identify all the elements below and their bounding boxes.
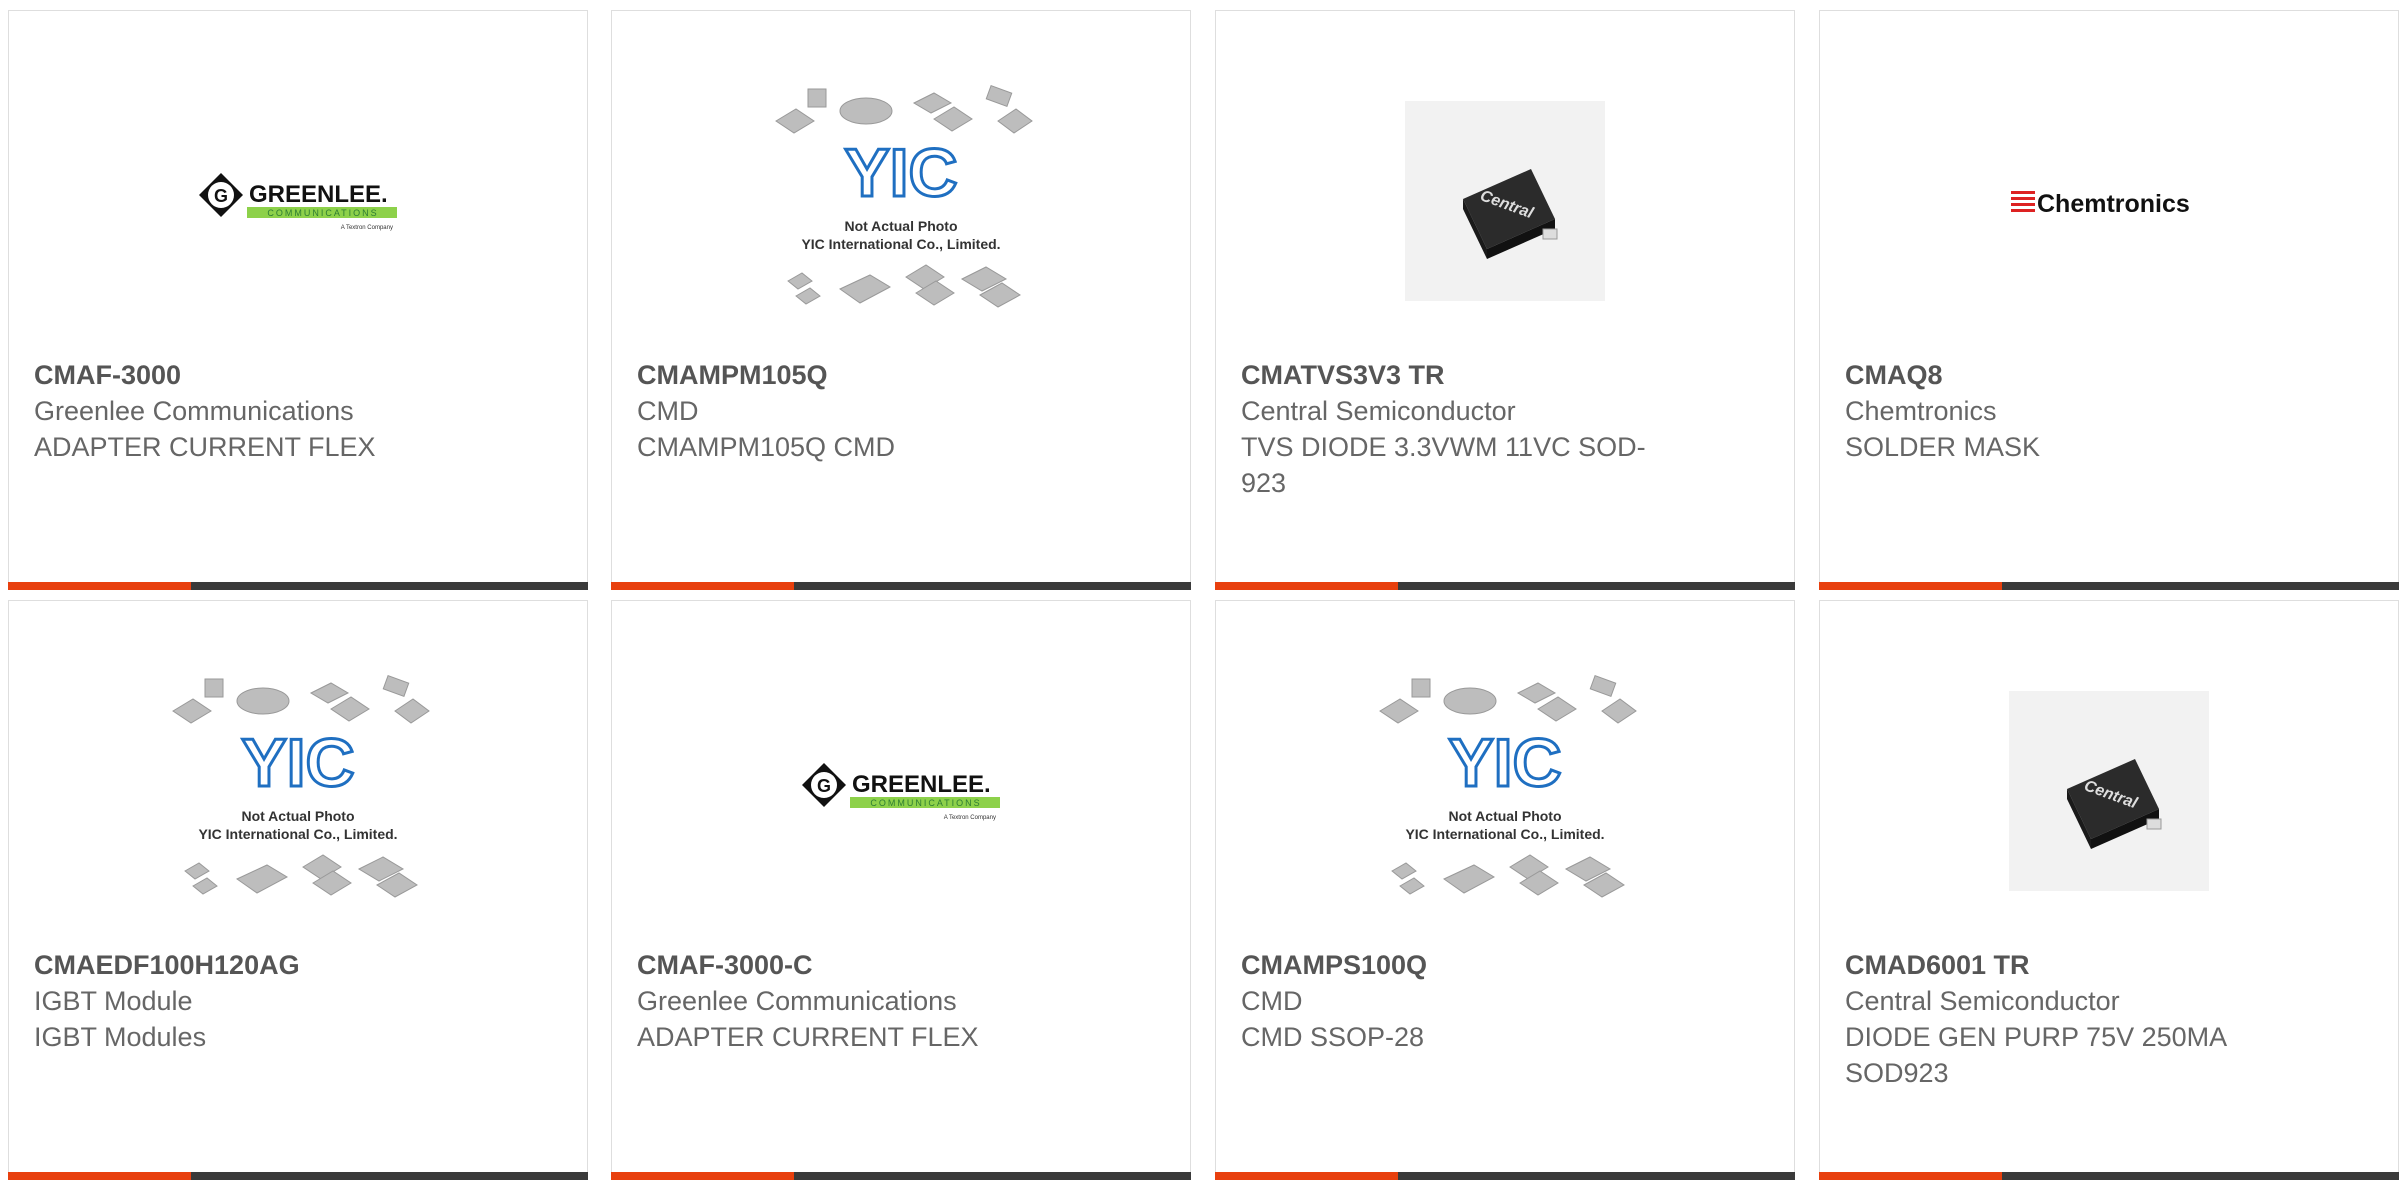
description: ADAPTER CURRENT FLEX: [34, 432, 376, 462]
part-number[interactable]: CMAD6001 TR: [1845, 947, 2275, 983]
manufacturer: Central Semiconductor: [1241, 396, 1516, 426]
description: ADAPTER CURRENT FLEX: [637, 1022, 979, 1052]
central-chip-icon: Central: [1405, 101, 1605, 301]
card-bottom-bar: [1819, 582, 2399, 590]
manufacturer: Central Semiconductor: [1845, 986, 2120, 1016]
svg-text:Chemtronics: Chemtronics: [2037, 190, 2190, 218]
description: SOLDER MASK: [1845, 432, 2041, 462]
product-image[interactable]: G GREENLEE. COMMUNICATIONS A Textron Com…: [9, 51, 587, 351]
product-card[interactable]: G GREENLEE. COMMUNICATIONS A Textron Com…: [8, 10, 588, 590]
svg-text:GREENLEE.: GREENLEE.: [852, 771, 991, 798]
product-image[interactable]: YIC Not Actual Photo YIC International C…: [1216, 641, 1794, 941]
svg-text:COMMUNICATIONS: COMMUNICATIONS: [870, 798, 981, 808]
product-image[interactable]: Chemtronics: [1820, 51, 2398, 351]
svg-text:YIC International Co., Limited: YIC International Co., Limited.: [1405, 826, 1604, 842]
card-bottom-bar: [8, 582, 588, 590]
svg-text:YIC International Co., Limited: YIC International Co., Limited.: [801, 236, 1000, 252]
card-bottom-bar: [611, 582, 1191, 590]
chemtronics-logo-icon: Chemtronics: [2011, 190, 2190, 218]
yic-placeholder-icon: YIC Not Actual Photo YIC International C…: [172, 675, 430, 898]
svg-text:G: G: [817, 776, 831, 796]
part-number[interactable]: CMATVS3V3 TR: [1241, 357, 1671, 393]
description: CMD SSOP-28: [1241, 1022, 1425, 1052]
svg-text:YIC International Co., Limited: YIC International Co., Limited.: [198, 826, 397, 842]
greenlee-logo-icon: G GREENLEE. COMMUNICATIONS A Textron Com…: [802, 763, 1000, 821]
product-card[interactable]: Chemtronics CMAQ8 Chemtronics SOLDER MAS…: [1819, 10, 2399, 590]
yic-placeholder-icon: YIC Not Actual Photo YIC International C…: [1379, 675, 1637, 898]
card-bottom-bar: [1215, 1172, 1795, 1180]
card-bottom-bar: [1819, 1172, 2399, 1180]
svg-text:YIC: YIC: [1448, 725, 1561, 801]
part-number[interactable]: CMAF-3000: [34, 357, 464, 393]
product-image[interactable]: G GREENLEE. COMMUNICATIONS A Textron Com…: [612, 641, 1190, 941]
product-card[interactable]: YIC Not Actual Photo YIC International C…: [611, 10, 1191, 590]
card-bottom-bar: [611, 1172, 1191, 1180]
product-grid: G GREENLEE. COMMUNICATIONS A Textron Com…: [0, 0, 2400, 1180]
product-image[interactable]: Central: [1820, 641, 2398, 941]
product-card[interactable]: G GREENLEE. COMMUNICATIONS A Textron Com…: [611, 600, 1191, 1180]
description: DIODE GEN PURP 75V 250MA SOD923: [1845, 1022, 2226, 1088]
manufacturer: Chemtronics: [1845, 396, 1997, 426]
part-number[interactable]: CMAF-3000-C: [637, 947, 1067, 983]
product-image[interactable]: YIC Not Actual Photo YIC International C…: [9, 641, 587, 941]
central-chip-icon: Central: [2009, 691, 2209, 891]
card-bottom-bar: [8, 1172, 588, 1180]
product-image[interactable]: Central: [1216, 51, 1794, 351]
card-bottom-bar: [1215, 582, 1795, 590]
part-number[interactable]: CMAEDF100H120AG: [34, 947, 464, 983]
product-image[interactable]: YIC Not Actual Photo YIC International C…: [612, 51, 1190, 351]
manufacturer: CMD: [637, 396, 699, 426]
svg-text:Not Actual Photo: Not Actual Photo: [844, 218, 957, 234]
svg-text:Not Actual Photo: Not Actual Photo: [1448, 808, 1561, 824]
svg-text:G: G: [214, 186, 228, 206]
description: CMAMPM105Q CMD: [637, 432, 896, 462]
yic-placeholder-icon: YIC Not Actual Photo YIC International C…: [775, 85, 1033, 308]
part-number[interactable]: CMAMPM105Q: [637, 357, 1067, 393]
description: IGBT Modules: [34, 1022, 207, 1052]
svg-text:A Textron Company: A Textron Company: [341, 225, 393, 231]
product-card[interactable]: Central CMATVS3V3 TR Central Semiconduct…: [1215, 10, 1795, 590]
product-card[interactable]: Central CMAD6001 TR Central Semiconducto…: [1819, 600, 2399, 1180]
manufacturer: CMD: [1241, 986, 1303, 1016]
svg-text:GREENLEE.: GREENLEE.: [249, 181, 388, 208]
svg-text:A Textron Company: A Textron Company: [944, 815, 996, 821]
greenlee-logo-icon: G GREENLEE. COMMUNICATIONS A Textron Com…: [199, 173, 397, 231]
product-card[interactable]: YIC Not Actual Photo YIC International C…: [1215, 600, 1795, 1180]
manufacturer: Greenlee Communications: [637, 986, 957, 1016]
part-number[interactable]: CMAQ8: [1845, 357, 2275, 393]
svg-text:Not Actual Photo: Not Actual Photo: [241, 808, 354, 824]
svg-text:YIC: YIC: [844, 135, 957, 211]
manufacturer: IGBT Module: [34, 986, 193, 1016]
description: TVS DIODE 3.3VWM 11VC SOD-923: [1241, 432, 1646, 498]
manufacturer: Greenlee Communications: [34, 396, 354, 426]
svg-text:COMMUNICATIONS: COMMUNICATIONS: [267, 208, 378, 218]
svg-text:YIC: YIC: [241, 725, 354, 801]
part-number[interactable]: CMAMPS100Q: [1241, 947, 1671, 983]
product-card[interactable]: YIC Not Actual Photo YIC International C…: [8, 600, 588, 1180]
